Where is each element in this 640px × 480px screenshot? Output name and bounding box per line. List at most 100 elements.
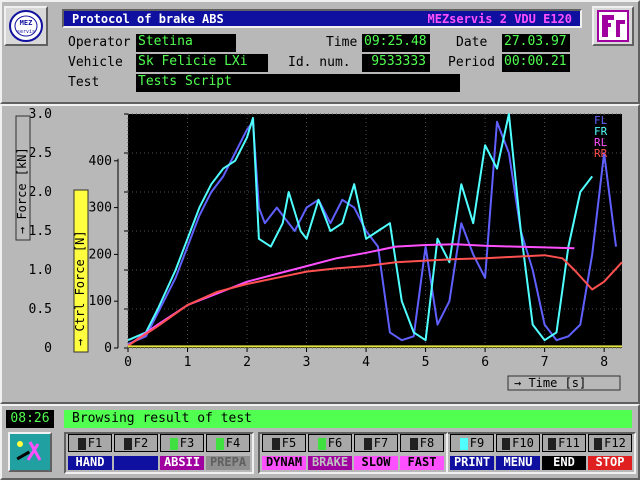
y-tick-label: 3.0 [29, 107, 52, 122]
x-tick-label: 6 [481, 355, 489, 370]
idnum-field: 9533333 [362, 54, 430, 72]
test-label: Test [68, 75, 100, 90]
y-tick-label: 0 [44, 341, 52, 356]
fkey-f1[interactable]: F1 [68, 434, 112, 452]
clock-display: 08:26 [6, 410, 54, 428]
period-field: 00:00.21 [502, 54, 570, 72]
fkey-indicator-icon [548, 437, 557, 450]
y2-tick-label: 200 [89, 247, 112, 262]
fkey-label-f11[interactable]: END [542, 456, 586, 470]
vehicle-field: Sk Felicie LXi [136, 54, 268, 72]
fkey-key: F10 [512, 436, 534, 450]
fkey-indicator-icon [409, 437, 418, 450]
time-label: Time [326, 35, 358, 50]
fkey-key: F8 [419, 436, 435, 450]
x-tick-label: 0 [124, 355, 132, 370]
fkey-indicator-icon [363, 437, 372, 450]
fkey-f2[interactable]: F2 [114, 434, 158, 452]
y-tick-label: 0.5 [29, 302, 52, 317]
fkey-key: F5 [281, 436, 297, 450]
status-message: Browsing result of test [72, 411, 253, 426]
fkey-indicator-icon [594, 437, 603, 450]
mez-logo: MEZ servis [4, 6, 48, 46]
chart-panel: 0 1 2 3 4 5 6 7 8 0 0.5 1.0 1.5 2.0 2.5 3.0 0 100 200 300 40… [0, 104, 640, 404]
fkey-key: F9 [469, 436, 485, 450]
fkey-indicator-icon [271, 437, 280, 450]
vehicle-label: Vehicle [68, 55, 123, 70]
fkey-f11[interactable]: F11 [542, 434, 586, 452]
svg-text:MEZ: MEZ [20, 19, 33, 27]
brand-text: MEZservis 2 VDU E120 [427, 12, 573, 26]
fkey-key: F1 [87, 436, 103, 450]
x-tick-label: 5 [422, 355, 430, 370]
fkey-indicator-icon [502, 437, 511, 450]
fkey-label-f2[interactable] [114, 456, 158, 470]
period-label: Period [448, 55, 495, 70]
y-tick-label: 2.5 [29, 146, 52, 161]
fkey-key: F2 [133, 436, 149, 450]
operator-label: Operator [68, 35, 131, 50]
y2-tick-label: 100 [89, 294, 112, 309]
fkey-f3[interactable]: F3 [160, 434, 204, 452]
fkey-f7[interactable]: F7 [354, 434, 398, 452]
fkey-indicator-icon [317, 437, 326, 450]
date-field: 27.03.97 [502, 34, 570, 52]
x-tick-label: 7 [541, 355, 549, 370]
mez-logo-icon: MEZ servis [9, 10, 43, 42]
x-tick-label: 4 [362, 355, 370, 370]
fkey-f4[interactable]: F4 [206, 434, 250, 452]
page-title: Protocol of brake ABS [72, 12, 224, 26]
fkey-indicator-icon [123, 437, 132, 450]
fkey-label-f10[interactable]: MENU [496, 456, 540, 470]
title-bar: Protocol of brake ABS MEZservis 2 VDU E1… [62, 9, 582, 28]
fkey-f5[interactable]: F5 [262, 434, 306, 452]
fkey-label-f3[interactable]: ABSII [160, 456, 204, 470]
fkey-label-f8[interactable]: FAST [400, 456, 444, 470]
fkey-key: F12 [604, 436, 626, 450]
x-axis-label: → Time [s] [514, 376, 586, 390]
fkey-f6[interactable]: F6 [308, 434, 352, 452]
fkey-label-f7[interactable]: SLOW [354, 456, 398, 470]
plot-area [128, 114, 622, 348]
operator-field: Stetina [136, 34, 236, 52]
fkey-f9[interactable]: F9 [450, 434, 494, 452]
fkey-f8[interactable]: F8 [400, 434, 444, 452]
time-field: 09:25.48 [362, 34, 430, 52]
fkey-indicator-icon [459, 437, 468, 450]
fkey-label-f5[interactable]: DYNAM [262, 456, 306, 470]
fkey-indicator-icon [77, 437, 86, 450]
fkey-indicator-icon [215, 437, 224, 450]
fkey-label-f12[interactable]: STOP [588, 456, 632, 470]
y-tick-label: 2.0 [29, 185, 52, 200]
fkey-label-f1[interactable]: HAND [68, 456, 112, 470]
y-tick-label: 1.0 [29, 263, 52, 278]
fkey-label-f4[interactable]: PREPA [206, 456, 250, 470]
function-key-bar: F1 HAND F2 F3 ABSII F4 PREPA F5 DYNAM F6 BRAKE F7 SL… [64, 432, 636, 476]
fkey-f12[interactable]: F12 [588, 434, 632, 452]
fkey-key: F11 [558, 436, 580, 450]
force-chart: 0 1 2 3 4 5 6 7 8 0 0.5 1.0 1.5 2.0 2.5 3.0 0 100 200 300 40… [15, 107, 623, 391]
fkey-indicator-icon [169, 437, 178, 450]
x-tick-label: 2 [243, 355, 251, 370]
fkey-label-f6[interactable]: BRAKE [308, 456, 352, 470]
fkey-key: F6 [327, 436, 343, 450]
settings-tool-button[interactable] [8, 432, 52, 472]
legend-rr: RR [594, 147, 608, 160]
y-axis-label: → Force [kN] [15, 147, 29, 234]
tools-icon [16, 441, 42, 461]
y2-tick-label: 400 [89, 154, 112, 169]
svg-text:servis: servis [17, 29, 35, 35]
fkey-f10[interactable]: F10 [496, 434, 540, 452]
date-label: Date [456, 35, 488, 50]
x-tick-label: 1 [184, 355, 192, 370]
app-logo [592, 6, 634, 46]
x-tick-label: 8 [600, 355, 608, 370]
idnum-label: Id. num. [288, 55, 351, 70]
y2-axis-label: → Ctrl Force [N] [73, 230, 87, 346]
y-tick-label: 1.5 [29, 224, 52, 239]
x-tick-label: 3 [303, 355, 311, 370]
status-message-bar: Browsing result of test [64, 410, 632, 428]
brand-mark-icon [597, 10, 629, 42]
fkey-key: F7 [373, 436, 389, 450]
fkey-label-f9[interactable]: PRINT [450, 456, 494, 470]
